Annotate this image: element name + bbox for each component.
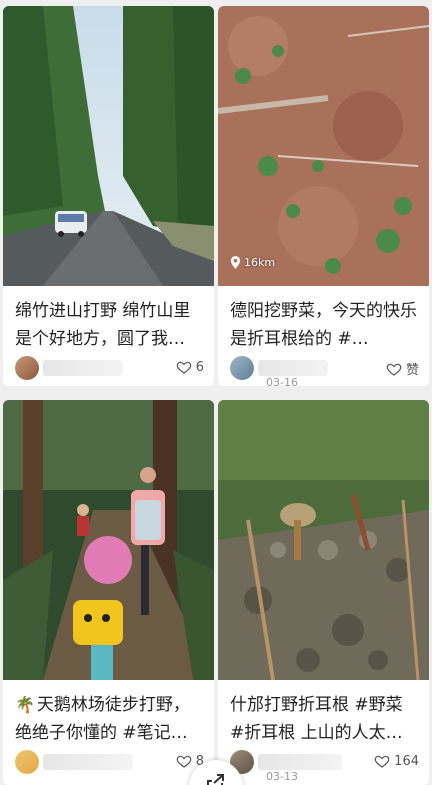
feed-card-1[interactable]: 绵竹进山打野 绵竹山里是个好地方，圆了我… 6: [3, 6, 214, 386]
like-button[interactable]: 164: [374, 753, 419, 769]
location-pin-icon: [230, 256, 241, 269]
like-button[interactable]: 6: [176, 359, 204, 375]
card-title: 绵竹进山打野 绵竹山里是个好地方，圆了我…: [15, 301, 191, 349]
post-date: 03-13: [266, 770, 298, 783]
heart-outline-icon: [176, 361, 191, 374]
heart-outline-icon: [176, 755, 191, 768]
soil-plants-photo: [218, 6, 429, 286]
post-date: 03-16: [266, 376, 298, 386]
card-title-text: 天鹅林场徒步打野，绝绝子你懂的 #笔记…: [15, 695, 190, 743]
card-meta: 03-13 164: [230, 750, 419, 783]
username[interactable]: [258, 360, 328, 376]
forest-hiking-photo: [3, 400, 214, 680]
card-meta: 03-16 赞: [230, 356, 419, 386]
mushroom-photo: [218, 400, 429, 680]
card-title: 什邡打野折耳根 #野菜 #折耳根 上山的人太…: [230, 695, 403, 743]
location-tag: 16km: [230, 256, 275, 269]
card-meta: 8: [15, 750, 204, 774]
like-count: 6: [195, 359, 204, 375]
heart-outline-icon: [386, 363, 402, 376]
username[interactable]: [43, 754, 133, 770]
card-meta: 6: [15, 356, 204, 380]
like-button[interactable]: 赞: [386, 359, 419, 378]
avatar[interactable]: [15, 750, 39, 774]
feed-card-4[interactable]: 什邡打野折耳根 #野菜 #折耳根 上山的人太… 03-13 164: [218, 400, 429, 785]
feed-card-3[interactable]: 🌴 天鹅林场徒步打野，绝绝子你懂的 #笔记… 8: [3, 400, 214, 785]
card-title: 🌴 天鹅林场徒步打野，绝绝子你懂的 #笔记…: [15, 691, 204, 749]
feed-card-2[interactable]: 16km 德阳挖野菜，今天的快乐是折耳根给的 #… 03-16 赞: [218, 6, 429, 386]
palm-tree-icon: 🌴: [15, 695, 35, 714]
avatar[interactable]: [230, 356, 254, 380]
heart-outline-icon: [374, 755, 390, 768]
username[interactable]: [43, 360, 123, 376]
card-title: 德阳挖野菜，今天的快乐是折耳根给的 #…: [230, 301, 417, 349]
road-photo: [3, 6, 214, 286]
username[interactable]: [258, 754, 342, 770]
like-count: 164: [394, 753, 419, 769]
like-count: 赞: [405, 363, 419, 378]
distance-text: 16km: [244, 256, 276, 269]
avatar[interactable]: [15, 356, 39, 380]
share-icon: [207, 774, 224, 785]
